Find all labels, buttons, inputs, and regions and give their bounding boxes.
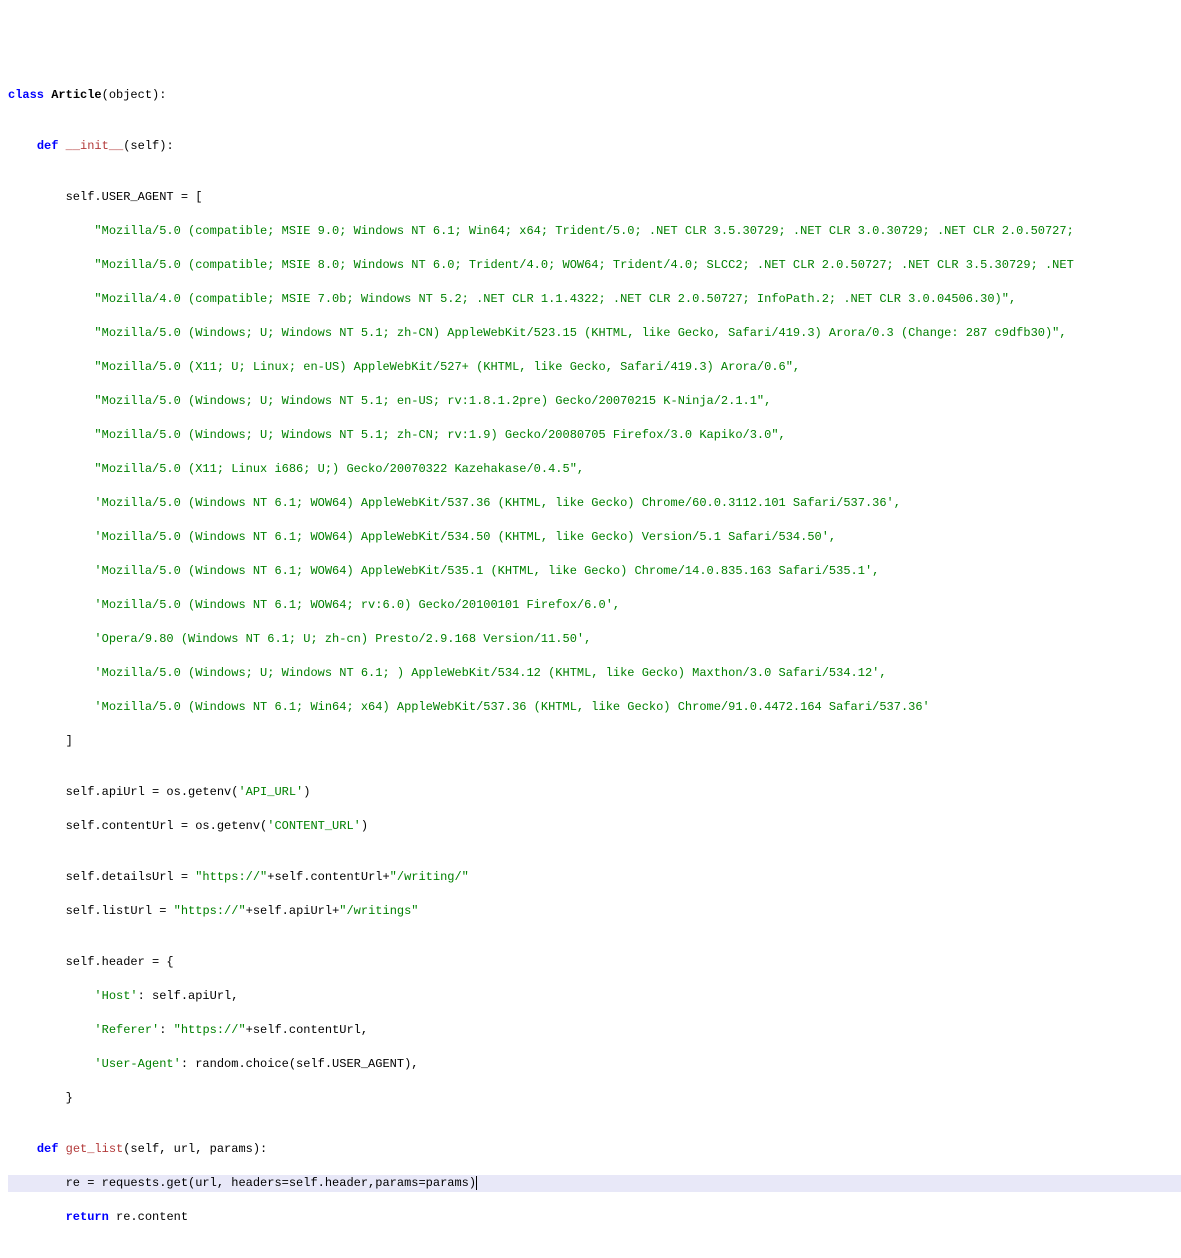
code-line: def get_list(self, url, params): [8,1141,1181,1158]
code-line: 'Opera/9.80 (Windows NT 6.1; U; zh-cn) P… [8,631,1181,648]
current-line: re = requests.get(url, headers=self.head… [8,1175,1181,1192]
code-line: "Mozilla/4.0 (compatible; MSIE 7.0b; Win… [8,291,1181,308]
code-line: "Mozilla/5.0 (Windows; U; Windows NT 5.1… [8,393,1181,410]
code-line: self.contentUrl = os.getenv('CONTENT_URL… [8,818,1181,835]
code-line: return re.content [8,1209,1181,1226]
code-line: self.header = { [8,954,1181,971]
code-line: self.listUrl = "https://"+self.apiUrl+"/… [8,903,1181,920]
method-name: __init__ [58,139,123,153]
code-line: self.detailsUrl = "https://"+self.conten… [8,869,1181,886]
text-cursor [476,1176,477,1190]
code-line: self.apiUrl = os.getenv('API_URL') [8,784,1181,801]
code-line: def __init__(self): [8,138,1181,155]
code-line: self.USER_AGENT = [ [8,189,1181,206]
code-line: class Article(object): [8,87,1181,104]
keyword-def: def [37,139,59,153]
code-line: "Mozilla/5.0 (Windows; U; Windows NT 5.1… [8,427,1181,444]
method-name: get_list [58,1142,123,1156]
code-line: 'Mozilla/5.0 (Windows; U; Windows NT 6.1… [8,665,1181,682]
code-editor[interactable]: class Article(object): def __init__(self… [8,70,1181,1243]
code-line: 'Host': self.apiUrl, [8,988,1181,1005]
keyword-class: class [8,88,44,102]
code-line: } [8,1090,1181,1107]
code-line: "Mozilla/5.0 (Windows; U; Windows NT 5.1… [8,325,1181,342]
code-line: "Mozilla/5.0 (X11; Linux i686; U;) Gecko… [8,461,1181,478]
keyword-return: return [66,1210,109,1224]
code-line: ] [8,733,1181,750]
code-line: "Mozilla/5.0 (compatible; MSIE 8.0; Wind… [8,257,1181,274]
code-line: 'Mozilla/5.0 (Windows NT 6.1; Win64; x64… [8,699,1181,716]
code-line: 'Referer': "https://"+self.contentUrl, [8,1022,1181,1039]
code-line: "Mozilla/5.0 (compatible; MSIE 9.0; Wind… [8,223,1181,240]
code-line: 'Mozilla/5.0 (Windows NT 6.1; WOW64; rv:… [8,597,1181,614]
code-line: "Mozilla/5.0 (X11; U; Linux; en-US) Appl… [8,359,1181,376]
code-line: 'Mozilla/5.0 (Windows NT 6.1; WOW64) App… [8,563,1181,580]
code-line: 'User-Agent': random.choice(self.USER_AG… [8,1056,1181,1073]
keyword-def: def [37,1142,59,1156]
code-line: 'Mozilla/5.0 (Windows NT 6.1; WOW64) App… [8,495,1181,512]
code-line: 'Mozilla/5.0 (Windows NT 6.1; WOW64) App… [8,529,1181,546]
